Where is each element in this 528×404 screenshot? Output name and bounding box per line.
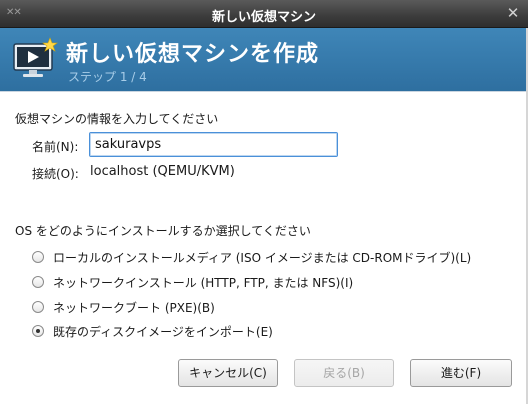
monitor-play-icon — [13, 37, 58, 77]
install-option-label: ネットワークブート (PXE)(B) — [53, 300, 215, 315]
radio-button-selected[interactable] — [32, 325, 44, 337]
forward-button[interactable]: 進む(F) — [410, 359, 512, 387]
install-option-network-boot[interactable]: ネットワークブート (PXE)(B) — [32, 298, 215, 316]
vm-info-section-label: 仮想マシンの情報を入力してください — [15, 112, 219, 126]
install-option-import-disk[interactable]: 既存のディスクイメージをインポート(E) — [32, 322, 273, 340]
install-option-label: ローカルのインストールメディア (ISO イメージまたは CD-ROMドライブ)… — [53, 250, 472, 265]
cancel-button[interactable]: キャンセル(C) — [178, 359, 278, 387]
back-button[interactable]: 戻る(B) — [294, 359, 394, 387]
install-option-label: 既存のディスクイメージをインポート(E) — [53, 324, 273, 339]
install-option-local-media[interactable]: ローカルのインストールメディア (ISO イメージまたは CD-ROMドライブ)… — [32, 248, 471, 266]
radio-button[interactable] — [32, 251, 44, 263]
connection-label: 接続(O): — [32, 167, 79, 181]
window-title: 新しい仮想マシン — [211, 10, 316, 25]
install-option-label: ネットワークインストール (HTTP, FTP, または NFS)(I) — [53, 275, 354, 290]
page-title: 新しい仮想マシンを作成 — [66, 42, 320, 67]
header-banner: 新しい仮想マシンを作成 ステップ 1 / 4 — [0, 28, 528, 92]
step-indicator: ステップ 1 / 4 — [68, 70, 147, 84]
vm-name-input[interactable] — [89, 132, 338, 157]
install-option-network-install[interactable]: ネットワークインストール (HTTP, FTP, または NFS)(I) — [32, 273, 353, 291]
title-bar: ✕✕ 新しい仮想マシン ✕ — [0, 0, 528, 28]
close-window-button[interactable]: ✕ — [504, 4, 522, 22]
radio-button[interactable] — [32, 276, 44, 288]
name-label: 名前(N): — [32, 140, 79, 154]
radio-button[interactable] — [32, 301, 44, 313]
install-method-section-label: OS をどのようにインストールするか選択してください — [15, 224, 311, 238]
connection-value: localhost (QEMU/KVM) — [90, 164, 235, 179]
